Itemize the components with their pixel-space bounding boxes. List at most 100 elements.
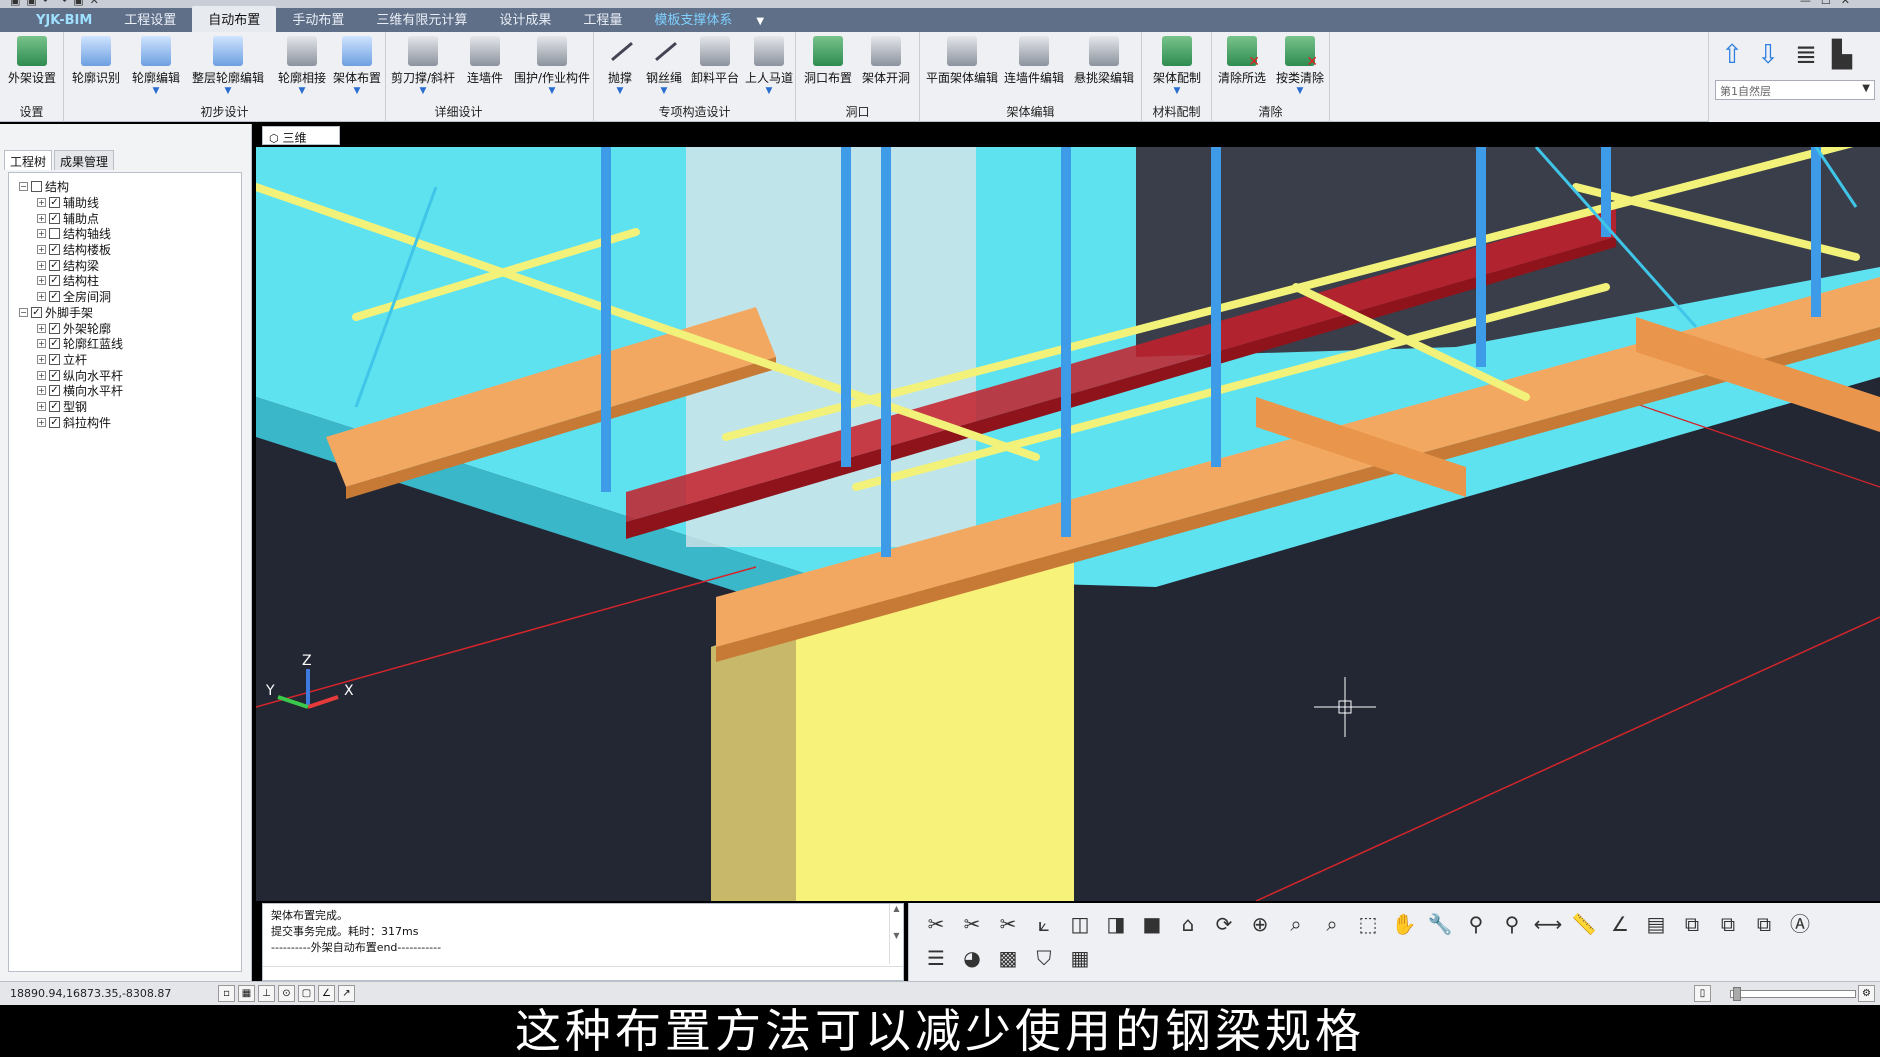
tree-checkbox[interactable] — [31, 181, 42, 193]
dyn-toggle-icon[interactable]: ↗ — [338, 985, 355, 1002]
expand-icon[interactable]: + — [37, 213, 46, 223]
tree-checkbox[interactable]: ✓ — [49, 369, 60, 381]
expand-icon[interactable]: + — [37, 386, 46, 396]
tree-checkbox[interactable] — [49, 228, 60, 240]
zoom-slider[interactable] — [1730, 987, 1856, 1001]
layer-import-icon[interactable]: ⧉ — [1713, 909, 1743, 939]
clear-by-type-button[interactable]: 按类清除 ▼ — [1272, 34, 1328, 104]
expand-icon[interactable]: + — [37, 417, 46, 427]
dropdown-arrow-icon[interactable]: ▼ — [1148, 86, 1206, 96]
dropdown-arrow-icon[interactable]: ▼ — [512, 86, 592, 96]
outline-join-button[interactable]: 轮廓相接 ▼ — [272, 34, 332, 104]
access-ramp-button[interactable]: 上人马道 ▼ — [742, 34, 796, 104]
trim-extend-icon[interactable]: ✂ — [957, 909, 987, 939]
properties-icon[interactable]: ▦ — [1065, 943, 1095, 973]
collapse-icon[interactable]: − — [19, 307, 28, 317]
tab-quantities[interactable]: 工程量 — [567, 9, 638, 32]
expand-icon[interactable]: + — [37, 370, 46, 380]
tab-formwork-support[interactable]: 模板支撑体系 — [638, 9, 748, 32]
tree-node[interactable]: + ✓ 结构柱 — [9, 273, 241, 289]
tree-checkbox[interactable]: ✓ — [49, 259, 60, 271]
tree-checkbox[interactable]: ✓ — [49, 338, 60, 350]
osnap-toggle-icon[interactable]: ▢ — [298, 985, 315, 1002]
ucs-icon[interactable]: ⟀ — [1029, 909, 1059, 939]
dropdown-arrow-icon[interactable]: ▼ — [128, 86, 184, 96]
app-brand-tab[interactable]: YJK-BIM — [20, 13, 108, 32]
ruler-icon[interactable]: 📏 — [1569, 909, 1599, 939]
otrack-toggle-icon[interactable]: ∠ — [318, 985, 335, 1002]
expand-icon[interactable]: + — [37, 323, 46, 333]
tree-checkbox[interactable]: ✓ — [49, 385, 60, 397]
expand-icon[interactable]: + — [37, 339, 46, 349]
measure-icon[interactable]: ⟷ — [1533, 909, 1563, 939]
view-home-icon[interactable]: ⌂ — [1173, 909, 1203, 939]
zoom-slider-knob[interactable] — [1733, 987, 1741, 1001]
expand-icon[interactable]: + — [37, 401, 46, 411]
clear-selected-button[interactable]: 清除所选 — [1214, 34, 1270, 104]
outline-edit-button[interactable]: 轮廓编辑 ▼ — [128, 34, 184, 104]
tab-design-results[interactable]: 设计成果 — [483, 9, 567, 32]
expand-icon[interactable]: + — [37, 245, 46, 255]
dropdown-arrow-icon[interactable]: ▼ — [742, 86, 796, 96]
expand-icon[interactable]: + — [37, 276, 46, 286]
floor-outline-edit-button[interactable]: 整层轮廓编辑 ▼ — [188, 34, 268, 104]
find-replace-icon[interactable]: ⚲ — [1497, 909, 1527, 939]
wall-tie-edit-button[interactable]: 连墙件编辑 — [1000, 34, 1068, 104]
view-front-icon[interactable]: ◫ — [1065, 909, 1095, 939]
wire-rope-button[interactable]: 钢丝绳 ▼ — [642, 34, 686, 104]
horizontal-scrollbar[interactable] — [263, 966, 903, 980]
tree-node[interactable]: + ✓ 立杆 — [9, 352, 241, 368]
tree-node[interactable]: + ✓ 横向水平杆 — [9, 383, 241, 399]
expand-icon[interactable]: + — [37, 354, 46, 364]
tree-checkbox[interactable]: ✓ — [49, 275, 60, 287]
tree-checkbox[interactable]: ✓ — [49, 400, 60, 412]
floor-up-icon[interactable]: ⇧ — [1717, 40, 1747, 70]
wrench-icon[interactable]: 🔧 — [1425, 909, 1455, 939]
frame-config-button[interactable]: 架体配制 ▼ — [1148, 34, 1206, 104]
polar-toggle-icon[interactable]: ⊙ — [278, 985, 295, 1002]
tree-checkbox[interactable]: ✓ — [49, 197, 60, 209]
dropdown-arrow-icon[interactable]: ▼ — [1272, 86, 1328, 96]
tree-checkbox[interactable]: ✓ — [49, 322, 60, 334]
floor-select[interactable]: 第1自然层 ▼ — [1715, 80, 1875, 100]
tree-node[interactable]: + ✓ 辅助点 — [9, 210, 241, 226]
expand-icon[interactable]: + — [37, 260, 46, 270]
orbit-icon[interactable]: ⟳ — [1209, 909, 1239, 939]
scissor-brace-button[interactable]: 剪刀撑/斜杆 ▼ — [388, 34, 458, 104]
tab-3d-view[interactable]: ⬡ 三维 — [262, 126, 340, 145]
window-controls[interactable]: —☐✕ — [1800, 0, 1860, 7]
dropdown-arrow-icon[interactable]: ▼ — [388, 86, 458, 96]
layer-copy-icon[interactable]: ⧉ — [1749, 909, 1779, 939]
tab-manual-layout[interactable]: 手动布置 — [276, 9, 360, 32]
tree-node[interactable]: + ✓ 结构楼板 — [9, 242, 241, 258]
3d-viewport[interactable]: Z X Y — [256, 147, 1880, 901]
plane-frame-edit-button[interactable]: 平面架体编辑 — [924, 34, 1000, 104]
tab-auto-layout[interactable]: 自动布置 — [192, 6, 277, 32]
color-wheel-icon[interactable]: ◕ — [957, 943, 987, 973]
tree-node[interactable]: + ✓ 纵向水平杆 — [9, 367, 241, 383]
tab-results-management[interactable]: 成果管理 — [54, 150, 115, 170]
vertical-scrollbar[interactable]: ▲ ▼ — [889, 904, 903, 964]
tree-node[interactable]: + ✓ 斜拉构件 — [9, 414, 241, 430]
zoom-in-icon[interactable]: ⌕ — [1281, 909, 1311, 939]
dwg-export-icon[interactable]: ▤ — [1641, 909, 1671, 939]
ortho-toggle-icon[interactable]: ⊥ — [258, 985, 275, 1002]
frame-opening-button[interactable]: 架体开洞 — [858, 34, 914, 104]
frame-layout-button[interactable]: 架体布置 ▼ — [330, 34, 384, 104]
find-icon[interactable]: ⚲ — [1461, 909, 1491, 939]
zoom-out-icon[interactable]: ⌕ — [1317, 909, 1347, 939]
dropdown-arrow-icon[interactable]: ▼ — [598, 86, 642, 96]
outline-recognize-button[interactable]: 轮廓识别 — [68, 34, 124, 104]
tab-project-tree[interactable]: 工程树 — [4, 150, 53, 170]
ribbon-collapse-icon[interactable]: ▼ — [748, 16, 772, 32]
hatch-icon[interactable]: ▩ — [993, 943, 1023, 973]
grid-toggle-icon[interactable]: ▦ — [238, 985, 255, 1002]
tree-node[interactable]: + ✓ 结构梁 — [9, 257, 241, 273]
view-side-icon[interactable]: ◨ — [1101, 909, 1131, 939]
tab-3d-fea[interactable]: 三维有限元计算 — [360, 9, 483, 32]
layer-manager-icon[interactable]: ☰ — [921, 943, 951, 973]
expand-icon[interactable]: + — [37, 292, 46, 302]
tree-checkbox[interactable]: ✓ — [49, 416, 60, 428]
zoom-extents-icon[interactable]: ⊕ — [1245, 909, 1275, 939]
tree-node[interactable]: − ✓ 外脚手架 — [9, 305, 241, 321]
